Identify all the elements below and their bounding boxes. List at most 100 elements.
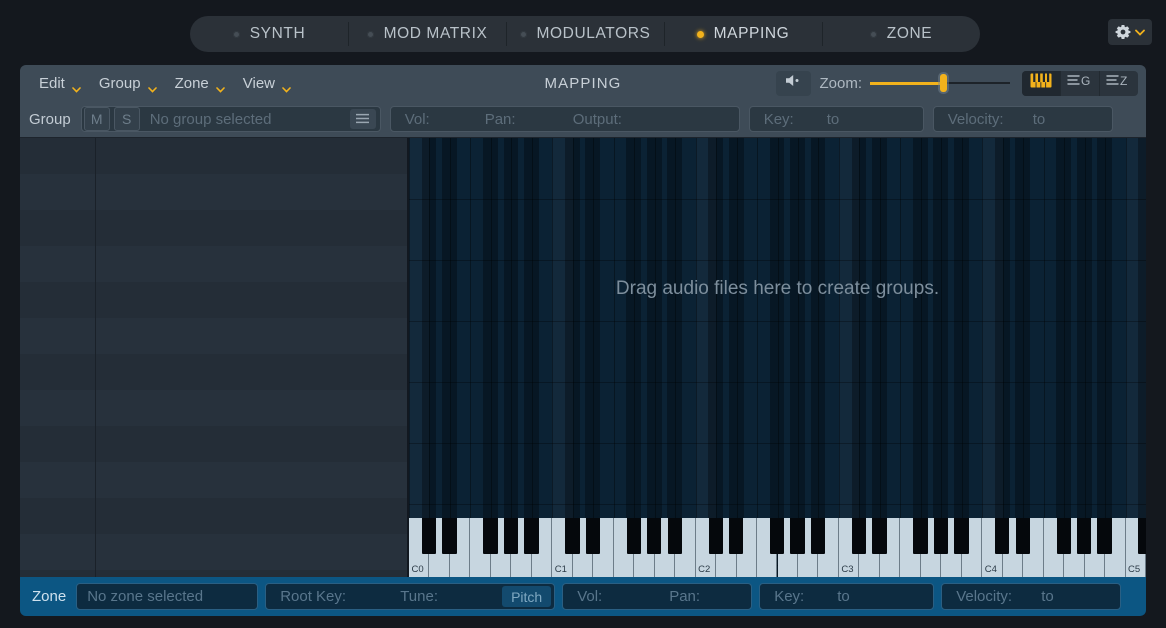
tab-synth[interactable]: SYNTH (190, 16, 348, 52)
grid-key-column (1023, 138, 1043, 577)
piano-black-key[interactable] (1057, 518, 1071, 554)
grid-vertical-line (716, 138, 717, 577)
tab-modulators[interactable]: MODULATORS (506, 16, 664, 52)
grid-vertical-line (1126, 138, 1127, 577)
zone-velocity-to-label: to (1041, 588, 1054, 605)
piano-black-key[interactable] (770, 518, 784, 554)
tab-zone[interactable]: ZONE (822, 16, 980, 52)
group-list-row[interactable] (20, 534, 407, 570)
zone-list-view-button[interactable]: Z (1100, 71, 1138, 96)
piano-black-key[interactable] (1077, 518, 1091, 554)
menu-zone[interactable]: Zone (166, 72, 234, 95)
piano-black-key[interactable] (442, 518, 456, 554)
keyboard-view-button[interactable] (1022, 71, 1061, 96)
slider-thumb[interactable] (940, 74, 947, 92)
group-menu-button[interactable] (350, 109, 376, 129)
group-output-label: Output: (573, 111, 622, 128)
tab-mapping[interactable]: MAPPING (664, 16, 822, 52)
piano-black-key[interactable] (647, 518, 661, 554)
key-velocity-grid[interactable]: Drag audio files here to create groups. (409, 138, 1146, 577)
piano-black-key[interactable] (1097, 518, 1111, 554)
group-list-row[interactable] (20, 318, 407, 354)
grid-key-column (880, 138, 900, 577)
piano-black-key[interactable] (422, 518, 436, 554)
grid-vertical-line (778, 138, 779, 577)
menu-view[interactable]: View (234, 72, 300, 95)
grid-vertical-line (491, 138, 492, 577)
piano-black-key[interactable] (852, 518, 866, 554)
grid-vertical-line (614, 138, 615, 577)
piano-black-key[interactable] (913, 518, 927, 554)
piano-black-key[interactable] (483, 518, 497, 554)
zone-velocity-label: Velocity: (956, 588, 1041, 605)
zone-vol-pan-field[interactable]: Vol: Pan: (562, 583, 752, 610)
audition-button[interactable] (776, 71, 811, 96)
zone-root-tune-field[interactable]: Root Key: Tune: Pitch (265, 583, 555, 610)
group-list-row[interactable] (20, 210, 407, 246)
piano-black-key[interactable] (995, 518, 1009, 554)
piano-black-key[interactable] (627, 518, 641, 554)
zoom-slider[interactable] (870, 74, 1010, 92)
grid-vertical-line (921, 138, 922, 577)
grid-horizontal-line (409, 443, 1146, 444)
settings-button[interactable] (1108, 19, 1152, 45)
group-list-row[interactable] (20, 138, 407, 174)
group-key-to-label: to (827, 111, 840, 128)
sampler-mapping-window: SYNTH MOD MATRIX MODULATORS MAPPING ZONE (0, 0, 1166, 628)
grid-horizontal-line (409, 504, 1146, 505)
piano-black-key[interactable] (709, 518, 723, 554)
group-list-row[interactable] (20, 462, 407, 498)
group-list-row[interactable] (20, 570, 407, 577)
piano-black-key[interactable] (504, 518, 518, 554)
grid-vertical-line (532, 138, 533, 577)
piano-black-key[interactable] (872, 518, 886, 554)
zone-velocity-range-field[interactable]: Velocity: to (941, 583, 1121, 610)
list-icon: G (1067, 73, 1093, 93)
menu-group[interactable]: Group (90, 72, 166, 95)
tab-mod-matrix[interactable]: MOD MATRIX (348, 16, 506, 52)
piano-black-key[interactable] (729, 518, 743, 554)
piano-black-key[interactable] (811, 518, 825, 554)
grid-key-column (593, 138, 613, 577)
group-list-row[interactable] (20, 426, 407, 462)
zone-key-range-field[interactable]: Key: to (759, 583, 934, 610)
piano-black-key[interactable] (1138, 518, 1146, 554)
zone-selector[interactable]: No zone selected (76, 583, 258, 610)
group-list-panel[interactable] (20, 138, 407, 577)
group-list-view-button[interactable]: G (1061, 71, 1100, 96)
zone-pitch-button[interactable]: Pitch (502, 586, 551, 607)
tab-group: SYNTH MOD MATRIX MODULATORS MAPPING ZONE (190, 16, 980, 52)
group-list-row[interactable] (20, 498, 407, 534)
grid-key-column (532, 138, 552, 577)
group-key-range-field[interactable]: Key: to (749, 106, 924, 132)
group-vol-pan-output-fields[interactable]: Vol: Pan: Output: (390, 106, 740, 132)
zone-name-value: No zone selected (87, 588, 203, 605)
grid-vertical-line (900, 138, 901, 577)
group-list-row[interactable] (20, 282, 407, 318)
group-selector[interactable]: M S No group selected (81, 106, 381, 132)
group-velocity-range-field[interactable]: Velocity: to (933, 106, 1113, 132)
piano-black-key[interactable] (586, 518, 600, 554)
group-list-row[interactable] (20, 390, 407, 426)
group-list-row[interactable] (20, 354, 407, 390)
zoom-label: Zoom: (819, 75, 862, 92)
grid-vertical-line (1003, 138, 1004, 577)
piano-black-key[interactable] (565, 518, 579, 554)
grid-vertical-line (1044, 138, 1045, 577)
grid-horizontal-line (409, 321, 1146, 322)
group-list-row[interactable] (20, 246, 407, 282)
grid-vertical-line (634, 138, 635, 577)
group-mute-button[interactable]: M (84, 107, 110, 131)
piano-black-key[interactable] (954, 518, 968, 554)
piano-black-key[interactable] (524, 518, 538, 554)
piano-black-key[interactable] (668, 518, 682, 554)
zone-pan-label: Pan: (669, 588, 700, 605)
menu-edit[interactable]: Edit (30, 72, 90, 95)
group-solo-button[interactable]: S (114, 107, 140, 131)
piano-black-key[interactable] (790, 518, 804, 554)
group-list-row[interactable] (20, 174, 407, 210)
piano-octave-label: C5 (1128, 564, 1140, 575)
piano-black-key[interactable] (934, 518, 948, 554)
piano-black-key[interactable] (1016, 518, 1030, 554)
piano-keyboard[interactable]: C0C1C2C3C4C5 (409, 518, 1146, 577)
